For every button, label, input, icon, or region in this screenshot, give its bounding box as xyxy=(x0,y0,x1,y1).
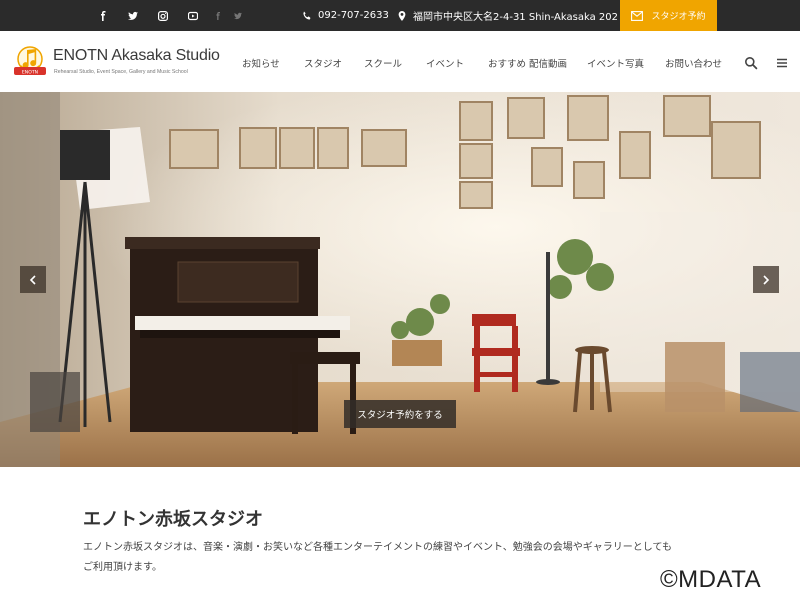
studio-booking-button[interactable]: スタジオ予約 xyxy=(620,0,717,31)
logo-mark: ENOTN xyxy=(14,46,46,75)
slider-prev-button[interactable] xyxy=(20,266,46,293)
instagram-icon[interactable] xyxy=(148,0,178,31)
logo-title: ENOTN Akasaka Studio xyxy=(53,47,220,64)
hero-booking-button[interactable]: スタジオ予約をする xyxy=(344,400,456,428)
svg-text:ENOTN: ENOTN xyxy=(22,69,38,75)
nav-item-event-photos[interactable]: イベント写真 xyxy=(587,56,644,70)
youtube-icon[interactable] xyxy=(178,0,208,31)
intro-text-line1: エノトン赤坂スタジオは、音楽・演劇・お笑いなど各種エンターテイメントの練習やイベ… xyxy=(83,542,672,553)
nav-item-contact[interactable]: お問い合わせ xyxy=(665,56,722,70)
address-contact: 福岡市中央区大名2-4-31 Shin-Akasaka 202 xyxy=(397,0,618,31)
social-links xyxy=(88,0,248,31)
chevron-right-icon xyxy=(763,274,770,285)
site-logo[interactable]: ENOTN ENOTN Akasaka Studio Rehearsal Stu… xyxy=(12,44,220,84)
site-header: ENOTN ENOTN Akasaka Studio Rehearsal Stu… xyxy=(0,31,800,92)
facebook-icon[interactable] xyxy=(208,0,228,31)
address-text: 福岡市中央区大名2-4-31 Shin-Akasaka 202 xyxy=(413,12,618,23)
nav-item-news[interactable]: お知らせ xyxy=(242,56,280,70)
watermark: ©MDATA xyxy=(660,566,762,593)
mail-icon xyxy=(631,10,644,21)
menu-icon[interactable] xyxy=(775,55,789,69)
facebook-icon[interactable] xyxy=(88,0,118,31)
top-bar: 092-707-2633 福岡市中央区大名2-4-31 Shin-Akasaka… xyxy=(0,0,800,31)
logo-subtitle: Rehearsal Studio, Event Space, Gallery a… xyxy=(54,69,188,75)
nav-item-studio[interactable]: スタジオ xyxy=(304,56,342,70)
slider-next-button[interactable] xyxy=(753,266,779,293)
twitter-icon[interactable] xyxy=(118,0,148,31)
nav-item-recommended-videos[interactable]: おすすめ 配信動画 xyxy=(488,56,567,70)
map-pin-icon xyxy=(398,10,406,21)
chevron-left-icon xyxy=(29,274,36,285)
phone-icon xyxy=(303,11,311,20)
nav-item-school[interactable]: スクール xyxy=(364,56,402,70)
phone-number: 092-707-2633 xyxy=(318,10,389,21)
search-icon[interactable] xyxy=(744,55,758,70)
phone-contact[interactable]: 092-707-2633 xyxy=(302,0,389,31)
nav-item-event[interactable]: イベント xyxy=(426,56,464,70)
section-title: エノトン赤坂スタジオ xyxy=(83,509,263,530)
twitter-icon[interactable] xyxy=(228,0,248,31)
hero-slider: スタジオ予約をする xyxy=(0,92,800,467)
intro-text-line2: ご利用頂けます。 xyxy=(83,562,162,573)
studio-booking-label: スタジオ予約 xyxy=(651,12,706,22)
